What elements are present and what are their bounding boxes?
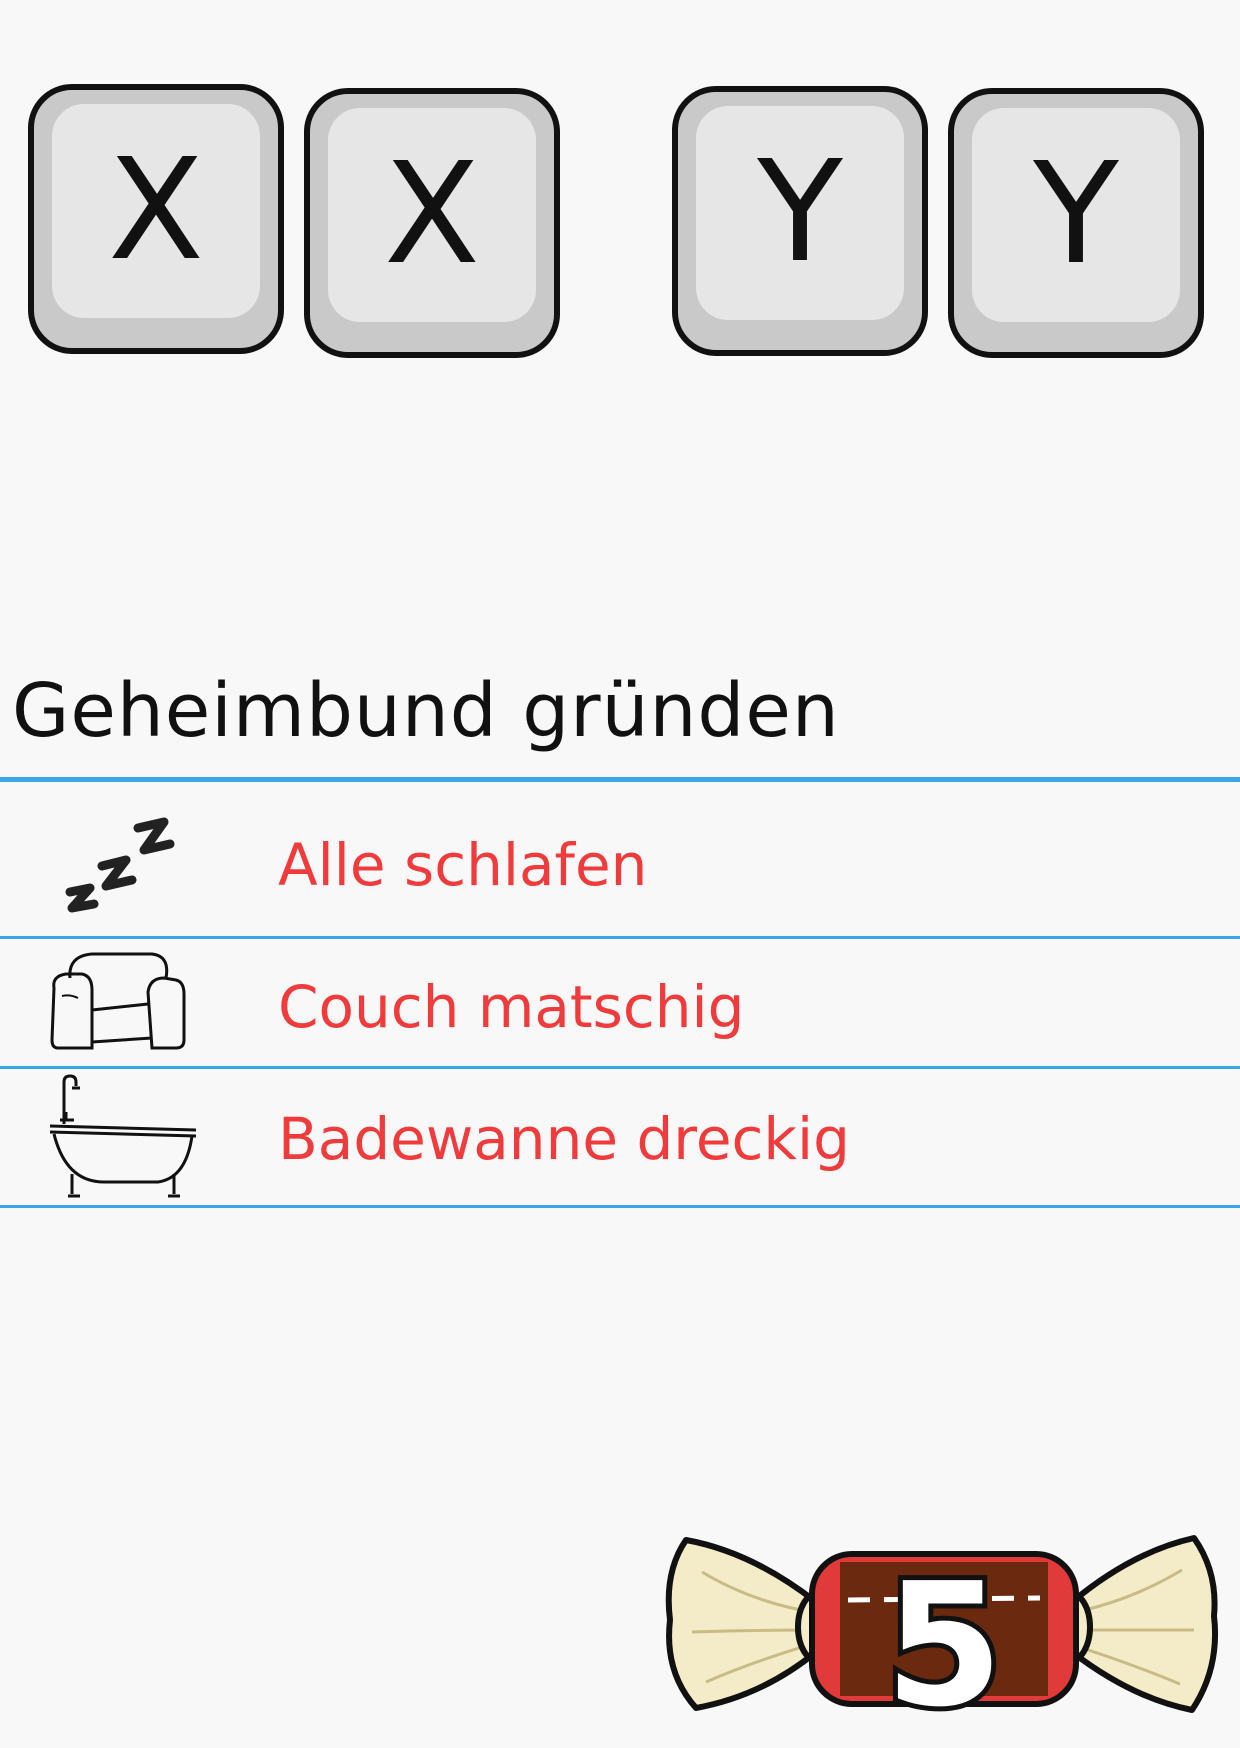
key-letter: X <box>108 129 204 292</box>
key-y-2: Y <box>948 88 1204 358</box>
couch-icon <box>48 948 188 1058</box>
divider-top <box>0 777 1240 782</box>
key-letter: Y <box>757 131 843 294</box>
bathtub-icon <box>46 1074 202 1202</box>
key-x-2: X <box>304 88 560 358</box>
card-title: Geheimbund gründen <box>12 668 840 754</box>
candy-icon: 5 <box>662 1512 1222 1748</box>
key-row: X X Y Y <box>0 0 1240 400</box>
divider-bottom <box>0 1205 1240 1208</box>
key-letter: Y <box>1033 133 1119 296</box>
key-letter: X <box>384 133 480 296</box>
key-y-1: Y <box>672 86 928 356</box>
sleep-zzz-icon <box>60 808 180 923</box>
candy-value: 5 <box>885 1547 1003 1732</box>
row-label: Couch matschig <box>278 973 745 1041</box>
divider <box>0 1066 1240 1069</box>
row-label: Alle schlafen <box>278 831 648 899</box>
row-label: Badewanne dreckig <box>278 1105 850 1173</box>
divider <box>0 936 1240 939</box>
key-x-1: X <box>28 84 284 354</box>
